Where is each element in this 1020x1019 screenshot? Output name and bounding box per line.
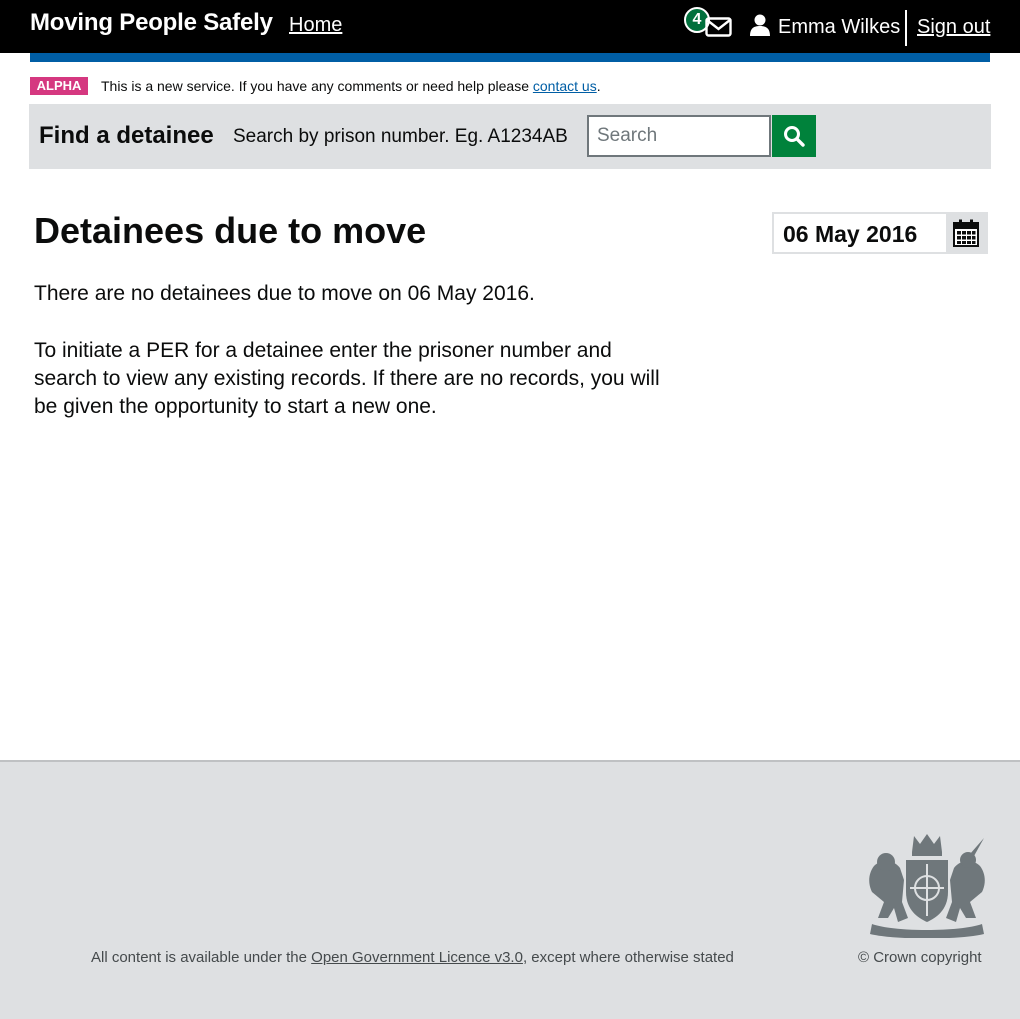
date-picker[interactable]: 06 May 2016 [772,212,988,254]
crown-copyright-link[interactable]: © Crown copyright [858,949,982,966]
phase-text: This is a new service. If you have any c… [101,77,601,95]
contact-us-link[interactable]: contact us [533,78,597,94]
envelope-icon[interactable] [705,17,732,37]
search-icon [784,126,805,147]
licence-prefix: All content is available under the [91,949,307,966]
licence-text: All content is available under the Open … [91,949,734,966]
phase-message: This is a new service. If you have any c… [101,78,529,94]
phase-suffix: . [596,78,601,94]
site-header: Moving People Safely Home 4 Emma Wilkes … [0,0,1020,53]
calendar-button[interactable] [946,214,986,252]
open-government-licence-link[interactable]: Open Government Licence v3.0 [311,949,523,966]
instructions-text: To initiate a PER for a detainee enter t… [34,339,660,418]
home-link[interactable]: Home [289,14,342,37]
header-accent-bar [30,53,990,62]
notifications[interactable]: 4 [684,7,736,43]
service-name[interactable]: Moving People Safely [30,9,273,37]
find-detainee-panel: Find a detainee Search by prison number.… [29,104,991,169]
calendar-icon [953,219,979,247]
site-footer: All content is available under the Open … [0,760,1020,1019]
royal-coat-of-arms-icon [869,834,985,938]
no-detainees-message: There are no detainees due to move on 06… [34,282,535,305]
selected-date[interactable]: 06 May 2016 [783,221,917,248]
sign-out-link[interactable]: Sign out [917,16,990,39]
user-name: Emma Wilkes [778,16,901,38]
search-button[interactable] [772,115,816,157]
licence-suffix: , except where otherwise stated [522,949,734,966]
page-title: Detainees due to move [34,210,427,251]
search-hint: Search by prison number. Eg. A1234AB [233,126,568,147]
header-divider [905,10,907,46]
user-icon [750,14,770,36]
phase-tag: ALPHA [30,77,88,95]
search-input[interactable] [587,115,771,157]
find-detainee-heading: Find a detainee [39,122,214,149]
